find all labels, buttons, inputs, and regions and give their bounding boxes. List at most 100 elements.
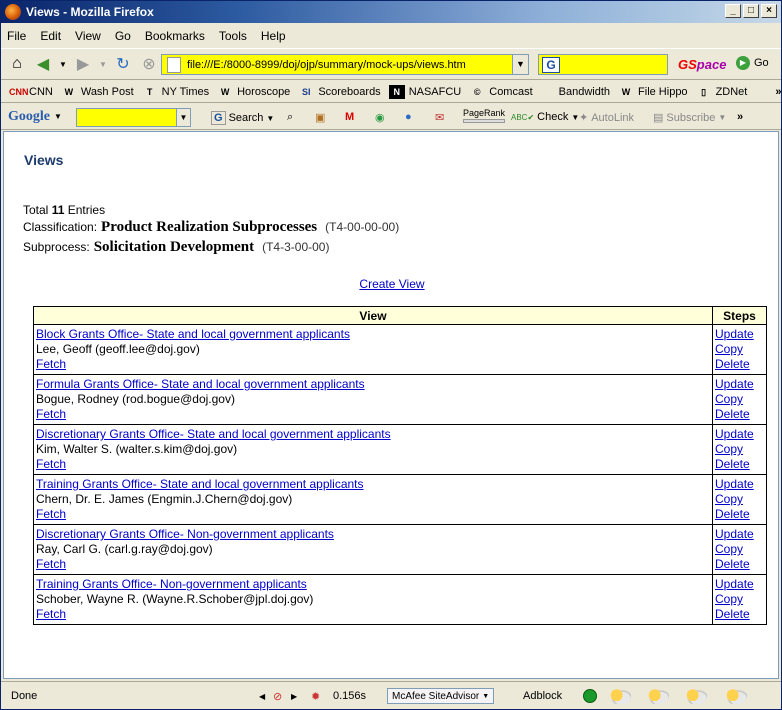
spell-check-button[interactable]: ABC✔ Check ▼: [511, 111, 579, 123]
menu-view[interactable]: View: [75, 29, 101, 43]
update-link[interactable]: Update: [715, 477, 754, 491]
google-search-icon[interactable]: G: [542, 57, 560, 73]
google-search-input[interactable]: ▼: [76, 108, 191, 127]
delete-link[interactable]: Delete: [715, 607, 750, 621]
delete-link[interactable]: Delete: [715, 507, 750, 521]
autolink-button[interactable]: ✦ AutoLink: [579, 111, 634, 125]
menu-go[interactable]: Go: [115, 29, 131, 43]
steps-cell: Update Copy Delete: [712, 474, 767, 525]
delete-link[interactable]: Delete: [715, 357, 750, 371]
google-search-dropdown-icon[interactable]: ▼: [176, 109, 190, 126]
bookmark-ny-times[interactable]: T NY Times: [142, 85, 209, 99]
minimize-button[interactable]: _: [725, 4, 741, 18]
nasa-icon: N: [388, 84, 405, 99]
back-icon[interactable]: ◀: [33, 54, 53, 74]
view-owner: Chern, Dr. E. James (Engmin.J.Chern@doj.…: [36, 492, 293, 506]
menu-bookmarks[interactable]: Bookmarks: [145, 29, 205, 43]
table-row: Discretionary Grants Office- Non-governm…: [33, 524, 767, 575]
fetch-link[interactable]: Fetch: [36, 457, 66, 471]
reload-icon[interactable]: ↻: [113, 54, 133, 74]
bookmark-cnn[interactable]: CNN CNN: [9, 85, 53, 99]
copy-link[interactable]: Copy: [715, 542, 743, 556]
url-dropdown-icon[interactable]: ▼: [512, 55, 528, 74]
google-g-icon: G: [211, 111, 226, 125]
forward-dropdown-icon[interactable]: ▼: [99, 54, 107, 74]
gspace-button[interactable]: GSpace: [678, 57, 726, 72]
adblock-label[interactable]: Adblock: [523, 686, 562, 706]
scroll-right-icon[interactable]: ▶: [291, 686, 297, 706]
fetch-link[interactable]: Fetch: [36, 357, 66, 371]
comcast-icon: ©: [473, 86, 481, 97]
create-view-link[interactable]: Create View: [359, 277, 424, 291]
mcafee-siteadvisor[interactable]: McAfee SiteAdvisor ▼: [387, 686, 495, 706]
google-search-button[interactable]: G Search ▼: [211, 111, 274, 125]
go-button[interactable]: ▶ Go: [736, 56, 769, 70]
back-dropdown-icon[interactable]: ▼: [59, 54, 67, 74]
view-title-link[interactable]: Discretionary Grants Office- State and l…: [36, 427, 391, 441]
menu-tools[interactable]: Tools: [219, 29, 247, 43]
delete-link[interactable]: Delete: [715, 407, 750, 421]
maximize-button[interactable]: □: [743, 4, 759, 18]
gmail-icon[interactable]: M: [345, 111, 354, 123]
menu-file[interactable]: File: [7, 29, 26, 43]
bookmark-comcast[interactable]: © Comcast: [469, 85, 533, 99]
weather-icon-2[interactable]: [647, 686, 669, 706]
search-box[interactable]: G: [538, 54, 668, 75]
google-logo[interactable]: Google: [8, 109, 50, 125]
view-title-link[interactable]: Formula Grants Office- State and local g…: [36, 377, 365, 391]
update-link[interactable]: Update: [715, 327, 754, 341]
blogger-icon[interactable]: ✉: [435, 111, 444, 124]
weather-icon-4[interactable]: [725, 686, 747, 706]
fetch-link[interactable]: Fetch: [36, 557, 66, 571]
view-title-link[interactable]: Training Grants Office- Non-government a…: [36, 577, 307, 591]
url-text[interactable]: file:///E:/8000-8999/doj/ojp/summary/moc…: [187, 59, 466, 71]
view-title-link[interactable]: Block Grants Office- State and local gov…: [36, 327, 350, 341]
copy-link[interactable]: Copy: [715, 442, 743, 456]
view-title-link[interactable]: Training Grants Office- State and local …: [36, 477, 364, 491]
close-button[interactable]: ×: [761, 4, 777, 18]
delete-link[interactable]: Delete: [715, 557, 750, 571]
photo-icon[interactable]: ▣: [315, 111, 325, 124]
view-title-link[interactable]: Discretionary Grants Office- Non-governm…: [36, 527, 334, 541]
pagerank-indicator[interactable]: PageRank: [463, 108, 505, 123]
bookmark-nasafcu[interactable]: N NASAFCU: [388, 84, 461, 99]
update-link[interactable]: Update: [715, 527, 754, 541]
home-icon[interactable]: ⌂: [7, 54, 27, 74]
bookmark-horoscope[interactable]: W Horoscope: [217, 85, 290, 99]
bookmarks-overflow-icon[interactable]: »: [775, 86, 781, 98]
update-link[interactable]: Update: [715, 427, 754, 441]
scroll-left-icon[interactable]: ◀: [259, 686, 265, 706]
forward-icon[interactable]: ▶: [73, 54, 93, 74]
steps-cell: Update Copy Delete: [712, 424, 767, 475]
update-link[interactable]: Update: [715, 377, 754, 391]
bookmark-scoreboards[interactable]: SI Scoreboards: [298, 85, 381, 99]
copy-link[interactable]: Copy: [715, 492, 743, 506]
fetch-link[interactable]: Fetch: [36, 607, 66, 621]
binoculars-icon[interactable]: ⌕: [287, 111, 293, 124]
copy-link[interactable]: Copy: [715, 392, 743, 406]
status-bar: Done ◀ ⊘ ▶ ✹ 0.156s McAfee SiteAdvisor ▼ …: [1, 681, 781, 709]
copy-link[interactable]: Copy: [715, 342, 743, 356]
update-link[interactable]: Update: [715, 577, 754, 591]
title-bar[interactable]: Views - Mozilla Firefox _ □ ×: [1, 1, 781, 23]
bookmark-bandwidth[interactable]: Bandwidth: [559, 86, 610, 98]
google-menu-icon[interactable]: ▼: [54, 112, 62, 121]
copy-link[interactable]: Copy: [715, 592, 743, 606]
picasa-icon[interactable]: ◉: [375, 111, 385, 124]
url-bar[interactable]: file:///E:/8000-8999/doj/ojp/summary/moc…: [161, 54, 529, 75]
globe-icon[interactable]: ●: [405, 111, 412, 123]
subscribe-button[interactable]: ▤ Subscribe ▼: [653, 111, 726, 125]
weather-icon-1[interactable]: [609, 686, 631, 706]
fetch-link[interactable]: Fetch: [36, 407, 66, 421]
delete-link[interactable]: Delete: [715, 457, 750, 471]
fetch-link[interactable]: Fetch: [36, 507, 66, 521]
menu-edit[interactable]: Edit: [40, 29, 61, 43]
stop-icon[interactable]: ⊗: [139, 54, 159, 74]
stop-sign-icon[interactable]: ⊘: [273, 686, 282, 706]
weather-icon-3[interactable]: [685, 686, 707, 706]
bookmark-zdnet[interactable]: ▯ ZDNet: [696, 85, 747, 99]
toolbar-overflow-icon[interactable]: »: [737, 111, 743, 123]
bookmark-wash-post[interactable]: W Wash Post: [61, 85, 134, 99]
menu-help[interactable]: Help: [261, 29, 286, 43]
bookmark-file-hippo[interactable]: W File Hippo: [618, 85, 688, 99]
